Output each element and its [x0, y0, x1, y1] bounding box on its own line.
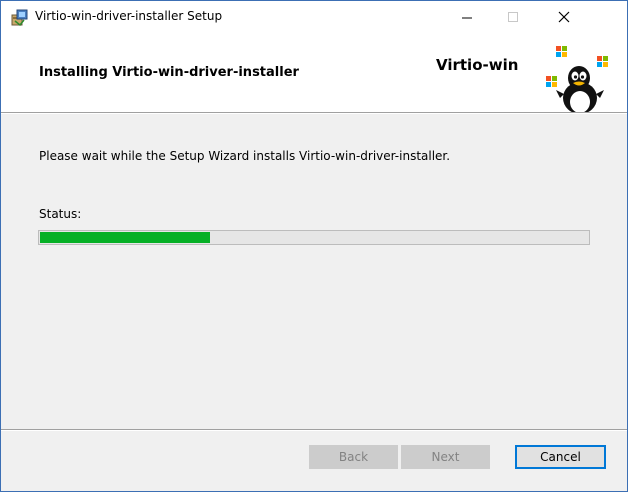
installer-app-icon [11, 9, 28, 26]
status-label: Status: [39, 207, 82, 221]
next-button: Next [401, 445, 490, 469]
banner-divider-highlight [1, 113, 627, 114]
cancel-button[interactable]: Cancel [515, 445, 606, 469]
progress-bar [38, 230, 590, 245]
window-title: Virtio-win-driver-installer Setup [35, 9, 223, 23]
maximize-icon [508, 11, 518, 22]
header-banner: Installing Virtio-win-driver-installer V… [1, 32, 627, 112]
footer-divider-highlight [1, 430, 627, 431]
maximize-button [490, 1, 536, 32]
minimize-icon [462, 17, 472, 18]
close-button[interactable] [541, 1, 587, 32]
close-icon [558, 11, 570, 22]
back-button: Back [309, 445, 398, 469]
brand-name: Virtio-win [436, 56, 519, 74]
tux-with-windows-flags-icon [546, 46, 608, 112]
page-title: Installing Virtio-win-driver-installer [39, 65, 299, 80]
progress-bar-fill [40, 232, 210, 243]
install-description: Please wait while the Setup Wizard insta… [39, 149, 451, 163]
title-bar[interactable]: Virtio-win-driver-installer Setup [1, 1, 627, 32]
setup-window: Virtio-win-driver-installer Setup Instal… [0, 0, 628, 492]
minimize-button[interactable] [444, 1, 490, 32]
